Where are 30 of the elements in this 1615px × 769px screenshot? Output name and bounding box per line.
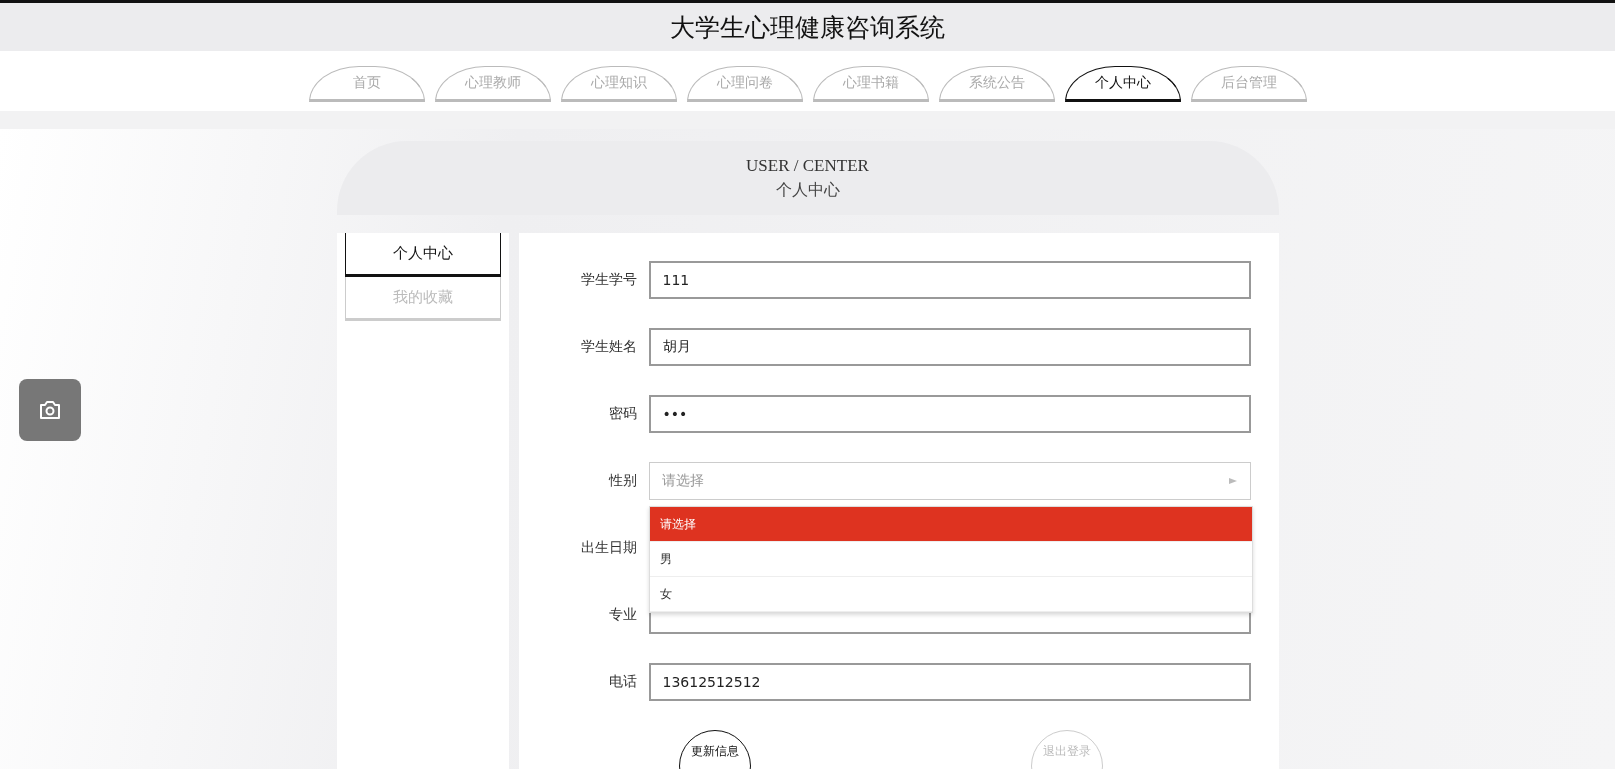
page-subtitle: USER / CENTER — [746, 155, 869, 176]
update-button[interactable]: 更新信息 — [678, 730, 751, 769]
field-label: 学生学号 — [579, 271, 638, 289]
nav-tab[interactable]: 系统公告 — [938, 66, 1055, 102]
page-title: 个人中心 — [775, 179, 840, 200]
nav-tab[interactable]: 心理知识 — [560, 66, 677, 102]
nav-tab[interactable]: 个人中心 — [1064, 66, 1181, 102]
nav-tab[interactable]: 心理教师 — [434, 66, 551, 102]
field-label: 出生日期 — [579, 539, 638, 557]
input-field[interactable]: 111 — [648, 261, 1251, 299]
input-field[interactable]: 胡月 — [648, 328, 1251, 366]
sidebar-item[interactable]: 个人中心 — [344, 233, 501, 277]
select-field[interactable]: 请选择 — [648, 462, 1251, 500]
field-label: 电话 — [607, 673, 638, 691]
nav-tab[interactable]: 心理问卷 — [686, 66, 803, 102]
nav-tab[interactable]: 首页 — [308, 66, 425, 102]
field-label: 密码 — [607, 405, 638, 423]
dropdown-option[interactable]: 男 — [649, 542, 1252, 577]
dropdown-option[interactable]: 女 — [649, 577, 1252, 612]
input-field[interactable]: 13612512512 — [648, 663, 1251, 701]
nav-tab[interactable]: 后台管理 — [1190, 66, 1307, 102]
field-label: 性别 — [607, 472, 638, 490]
field-label: 专业 — [607, 606, 638, 624]
caret-icon — [1227, 476, 1238, 486]
nav-tab[interactable]: 心理书籍 — [812, 66, 929, 102]
field-label: 学生姓名 — [579, 338, 638, 356]
camera-button[interactable] — [19, 379, 81, 441]
dropdown-option[interactable]: 请选择 — [649, 507, 1252, 542]
site-title: 大学生心理健康咨询系统 — [670, 11, 945, 44]
input-field[interactable]: ••• — [648, 395, 1251, 433]
